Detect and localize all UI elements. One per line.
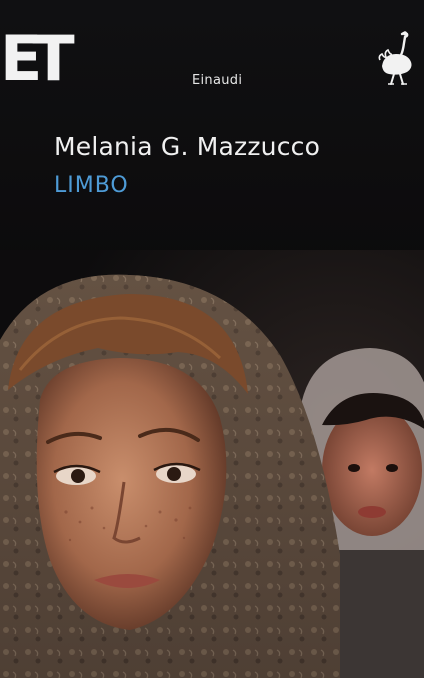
cover-photo xyxy=(0,250,424,678)
author-name: Melania G. Mazzucco xyxy=(54,132,321,161)
publisher-name: Einaudi xyxy=(192,73,243,88)
ostrich-icon xyxy=(378,31,412,85)
book-cover: ET Einaudi Melania G. Mazzucco LIMBO xyxy=(0,0,424,678)
series-logo: ET xyxy=(0,22,75,95)
book-title: LIMBO xyxy=(54,173,129,198)
